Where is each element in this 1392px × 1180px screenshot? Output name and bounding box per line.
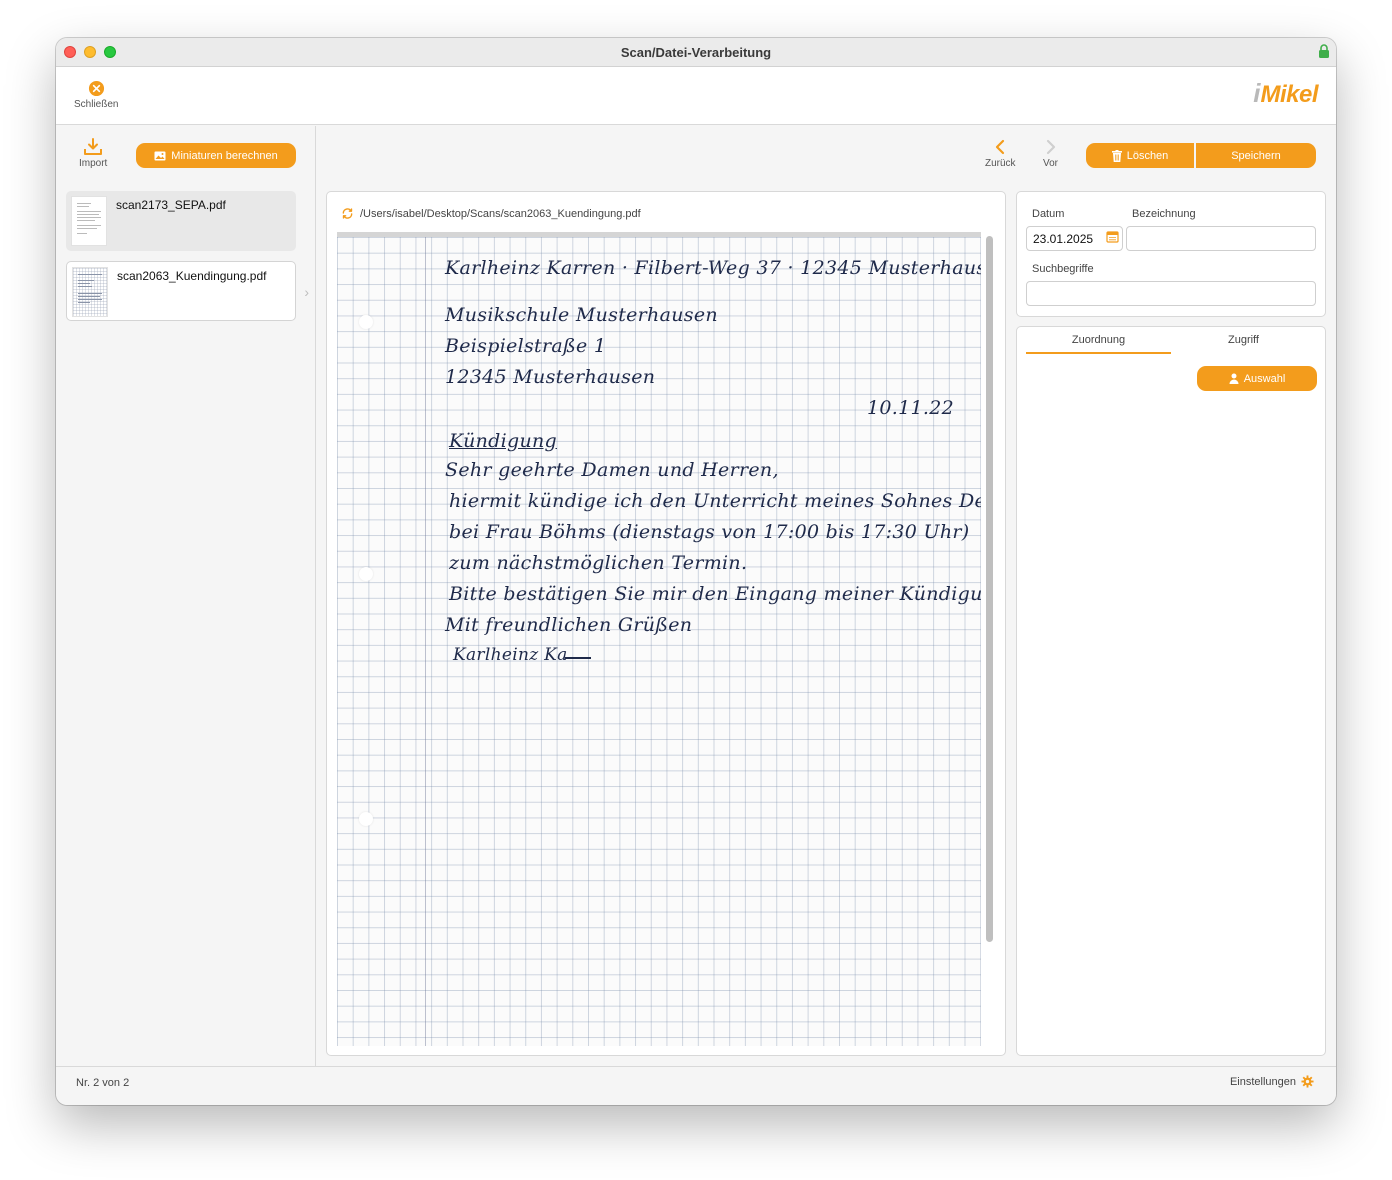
close-button-label: Schließen [74,99,119,110]
file-name: scan2173_SEPA.pdf [116,198,226,212]
imikel-logo: i Mikel [1253,78,1318,108]
save-label: Speichern [1231,149,1281,162]
document-scrollbar[interactable] [986,236,993,942]
handwritten-line: Mit freundlichen Grüßen [445,614,693,636]
user-icon [1229,373,1239,384]
handwritten-line: Sehr geehrte Damen und Herren, [445,459,779,481]
signature-stroke [565,657,591,659]
handwritten-line: Bitte bestätigen Sie mir den Eingang mei… [449,583,981,605]
handwritten-line: zum nächstmöglichen Termin. [449,552,748,574]
search-terms-input[interactable] [1026,281,1316,306]
metadata-form: Datum Bezeichnung Suchbegriffe [1016,191,1326,317]
file-item[interactable]: scan2173_SEPA.pdf [66,191,296,251]
handwritten-line: Karlheinz Karren · Filbert-Weg 37 · 1234… [445,257,981,279]
record-counter: Nr. 2 von 2 [76,1077,130,1089]
punch-hole [359,567,373,581]
delete-button[interactable]: Löschen [1086,143,1194,168]
handwritten-line: Musikschule Musterhausen [445,304,718,326]
close-button[interactable]: Schließen [74,80,118,110]
save-button[interactable]: Speichern [1196,143,1316,168]
date-label: Datum [1032,208,1065,220]
image-icon [154,151,166,160]
trash-icon [1111,149,1122,162]
search-terms-label: Suchbegriffe [1032,263,1094,275]
file-thumbnail [72,267,108,317]
punch-hole [359,315,373,329]
import-button[interactable]: Import [79,138,107,169]
back-button[interactable]: Zurück [985,139,1016,169]
forward-label: Vor [1043,158,1059,169]
chevron-left-icon [996,139,1005,155]
handwritten-line: Beispielstraße 1 [445,335,607,357]
gear-icon [1301,1075,1314,1088]
settings-label: Einstellungen [1229,1075,1296,1088]
calendar-icon[interactable] [1106,230,1119,243]
document-viewer: /Users/isabel/Desktop/Scans/scan2063_Kue… [326,191,1006,1056]
lock-icon [1319,44,1329,58]
thumbnails-button[interactable]: Miniaturen berechnen [136,143,296,168]
file-path: /Users/isabel/Desktop/Scans/scan2063_Kue… [360,207,641,220]
designation-input[interactable] [1126,226,1316,251]
settings-button[interactable]: Einstellungen [1230,1075,1314,1088]
handwritten-line: hiermit kündige ich den Unterricht meine… [449,490,981,512]
minimize-window-button[interactable] [84,46,96,58]
select-button-label: Auswahl [1243,372,1286,385]
select-button[interactable]: Auswahl [1197,366,1317,391]
tab-access[interactable]: Zugriff [1171,334,1316,352]
import-label: Import [79,158,108,169]
chevron-right-icon [1046,139,1055,155]
chevron-right-icon: › [304,284,309,300]
delete-label: Löschen [1126,149,1169,162]
punch-hole [359,812,373,826]
assignment-panel: Zuordnung Zugriff Auswahl [1016,326,1326,1056]
refresh-icon[interactable] [341,207,354,220]
page-margin-line [425,237,426,1046]
handwritten-line: Kündigung [449,430,557,452]
window-title: Scan/Datei-Verarbeitung [620,44,772,60]
tab-assignment[interactable]: Zuordnung [1026,334,1171,354]
title-bar: Scan/Datei-Verarbeitung [56,38,1336,67]
scanned-page: Karlheinz Karren · Filbert-Weg 37 · 1234… [337,232,981,1046]
file-path-row: /Users/isabel/Desktop/Scans/scan2063_Kue… [341,207,641,220]
designation-label: Bezeichnung [1132,208,1196,220]
thumbnails-button-label: Miniaturen berechnen [171,149,278,162]
file-item-selected[interactable]: scan2063_Kuendingung.pdf › [66,261,309,321]
handwritten-line: 12345 Musterhausen [445,366,656,388]
file-name: scan2063_Kuendingung.pdf [117,269,267,283]
back-label: Zurück [985,158,1016,169]
handwritten-line: 10.11.22 [867,397,955,419]
status-bar: Nr. 2 von 2 Einstellungen [56,1066,1336,1105]
download-icon [84,138,103,155]
handwritten-signature: Karlheinz Ka [453,645,568,665]
file-list-panel: Import Miniaturen berechnen scan2173_SEP… [56,126,316,1066]
navigation-bar: Zurück Vor Löschen Speichern [317,126,1336,186]
file-thumbnail [71,196,107,246]
close-window-button[interactable] [64,46,76,58]
close-circle-icon [88,80,104,97]
forward-button[interactable]: Vor [1043,139,1058,169]
toolbar: Schließen i Mikel [56,67,1336,125]
handwritten-line: bei Frau Böhms (dienstags von 17:00 bis … [449,521,970,543]
zoom-window-button[interactable] [104,46,116,58]
app-window: Scan/Datei-Verarbeitung Schließen i Mikel… [56,38,1336,1105]
